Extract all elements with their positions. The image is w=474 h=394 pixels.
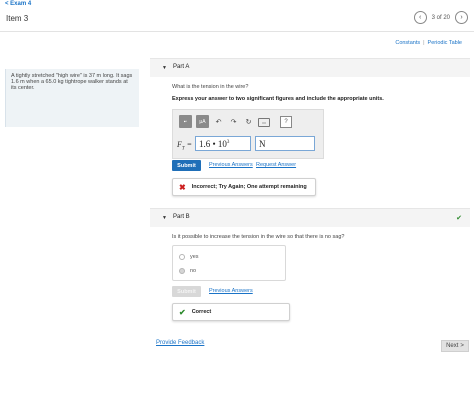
chevron-left-icon: ‹ [418,14,422,21]
incorrect-x-icon: ✖ [179,182,186,192]
request-answer-link[interactable]: Request Answer [256,162,296,168]
option-no-label: no [190,268,197,274]
variable-label: FT = [177,140,192,152]
problem-statement: A tightly stretched "high wire" is 37 m … [5,69,139,127]
resource-links: Constants | Periodic Table [395,40,462,46]
radio-yes[interactable] [179,254,185,260]
collapse-triangle-icon: ▼ [162,215,167,221]
units-button[interactable]: μA [196,115,209,128]
part-a-header[interactable]: ▼ Part A [150,58,470,77]
help-button[interactable]: ? [280,115,292,128]
part-a-feedback-text: Incorrect; Try Again; One attempt remain… [191,184,307,190]
part-b-question: Is it possible to increase the tension i… [172,234,345,240]
options-box: yes no [172,245,286,281]
prev-item-button[interactable]: ‹ [413,11,427,24]
collapse-triangle-icon: ▼ [162,65,167,71]
part-b-label: Part B [173,214,190,220]
part-b-feedback-text: Correct [191,309,212,315]
next-label: Next [446,343,459,349]
part-b-submit-button[interactable]: Submit [172,286,201,297]
reset-icon[interactable]: ↻ [243,115,254,128]
undo-icon[interactable]: ↶ [213,115,224,128]
divider [0,31,474,32]
part-a-label: Part A [173,64,190,70]
value-exponent: 3 [226,140,230,145]
answer-panel: ▪▫ μA ↶ ↷ ↻ ▭ ? FT = 1.6 • 103 N [172,109,324,159]
pager: ‹ 3 of 20 › [413,11,468,24]
next-item-button[interactable]: › [455,11,468,24]
option-no[interactable]: no [179,268,196,274]
next-arrow-icon: > [460,343,464,349]
part-a-submit-button[interactable]: Submit [172,160,201,171]
top-bar: < Exam 4 Item 3 ‹ 3 of 20 › [0,0,474,30]
separator: | [423,40,425,46]
unit-input[interactable]: N [255,136,315,151]
periodic-table-link[interactable]: Periodic Table [428,40,462,46]
value-mantissa: 1.6 • 10 [199,139,227,149]
constants-link[interactable]: Constants [395,40,420,46]
templates-button[interactable]: ▪▫ [179,115,192,128]
variable-subscript: T [181,146,185,152]
correct-check-icon: ✔ [179,307,186,317]
check-icon: ✔ [456,215,462,222]
keyboard-icon[interactable]: ▭ [258,118,270,127]
pager-text: 3 of 20 [431,14,450,21]
chevron-right-icon: › [460,14,463,21]
part-b-header[interactable]: ▼ Part B ✔ [150,208,470,227]
item-title: Item 3 [6,14,29,23]
math-toolbar: ▪▫ μA ↶ ↷ ↻ ▭ ? [179,115,292,128]
part-a-instruction: Express your answer to two significant f… [172,96,384,102]
redo-icon[interactable]: ↷ [228,115,239,128]
option-yes-label: yes [190,254,199,260]
part-a-question: What is the tension in the wire? [172,84,249,90]
part-b-previous-answers-link[interactable]: Previous Answers [209,288,253,294]
part-a-feedback: ✖ Incorrect; Try Again; One attempt rema… [172,178,316,196]
equals-sign: = [186,140,193,149]
value-input[interactable]: 1.6 • 103 [195,136,251,151]
provide-feedback-link[interactable]: Provide Feedback [156,340,204,346]
option-yes[interactable]: yes [179,254,199,260]
next-button[interactable]: Next > [441,340,469,352]
back-to-exam-link[interactable]: < Exam 4 [5,1,31,7]
part-a-previous-answers-link[interactable]: Previous Answers [209,162,253,168]
part-b-feedback: ✔ Correct [172,303,290,321]
radio-no[interactable] [179,268,185,274]
